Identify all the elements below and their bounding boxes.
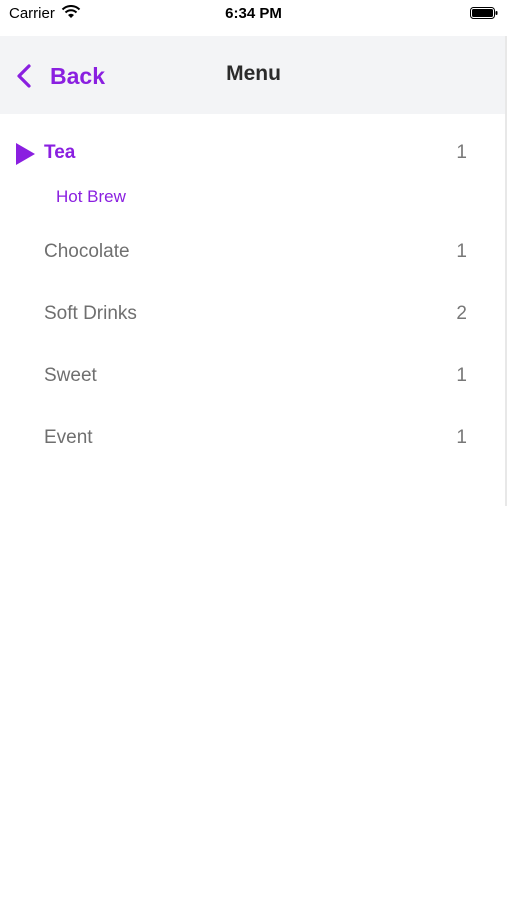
menu-item-label: Tea (44, 142, 76, 163)
menu-item-chocolate[interactable]: Chocolate 1 (0, 229, 507, 277)
status-time: 6:34 PM (225, 5, 282, 22)
menu-item-event[interactable]: Event 1 (0, 415, 507, 463)
play-arrow-icon (16, 143, 35, 165)
menu-item-label: Sweet (44, 365, 97, 386)
battery-icon (470, 7, 498, 19)
menu-item-sweet[interactable]: Sweet 1 (0, 353, 507, 401)
menu-item-label: Event (44, 427, 93, 448)
menu-item-soft-drinks[interactable]: Soft Drinks 2 (0, 291, 507, 339)
menu-item-count: 1 (456, 142, 467, 163)
menu-item-label: Soft Drinks (44, 303, 137, 324)
page-title: Menu (226, 62, 281, 85)
menu-item-count: 1 (456, 241, 467, 262)
menu-item-count: 1 (456, 427, 467, 448)
menu-item-label: Chocolate (44, 241, 130, 262)
status-bar: Carrier 6:34 PM (0, 0, 507, 30)
menu-item-count: 1 (456, 365, 467, 386)
submenu-item-label: Hot Brew (56, 187, 126, 206)
menu-item-tea[interactable]: Tea 1 (0, 130, 507, 178)
submenu-item-hot-brew[interactable]: Hot Brew (0, 183, 507, 213)
menu-item-count: 2 (456, 303, 467, 324)
navigation-bar: Back Menu (0, 36, 507, 114)
